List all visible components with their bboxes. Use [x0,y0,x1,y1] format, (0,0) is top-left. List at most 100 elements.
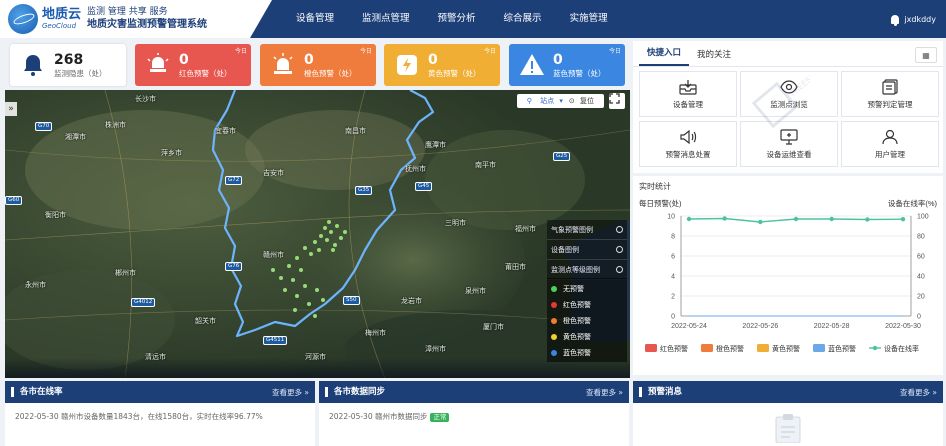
road-tag: G35 [355,186,373,195]
brand[interactable]: 地质云 GeoCloud 监测 管理 共享 服务 地质灾害监测预警管理系统 [0,0,272,38]
quick-item-label: 设备管理 [673,99,703,109]
stat-blue-value: 0 [553,51,563,68]
map-toolbar: ⚲ 站点 ▾ ⊙ 复位 [516,94,604,108]
left-tick-label: 2 [671,294,675,301]
legend-swatch [701,344,713,352]
quick-warning-message[interactable]: 预警消息处置 [639,121,737,167]
map-place-label: 南平市 [475,161,496,169]
grid-icon: ▦ [922,50,930,60]
quick-item-label: 设备运维查看 [766,149,812,159]
legend-item: 黄色预警 [551,329,623,345]
stat-orange-warning[interactable]: 今日 0 橙色预警（处） [260,44,376,86]
stat-yellow-warning[interactable]: 今日 0 黄色预警（处） [384,44,500,86]
speaker-icon [680,129,697,144]
logo-text: 地质云 GeoCloud [42,6,82,31]
stat-yellow-label: 黄色预警（处） [428,68,481,78]
nav-warning-analysis[interactable]: 预警分析 [424,0,490,38]
logo-cn: 地质云 [42,6,82,22]
satellite-map[interactable]: 长沙市 南昌市 宜春市 抚州市 吉安市 赣州市 萍乡市 株洲市 湘潭市 衡阳市 … [5,90,630,378]
expand-panel-button[interactable]: » [5,102,17,116]
quick-warning-rule[interactable]: 预警判定管理 [841,71,939,117]
map-place-label: 南昌市 [345,127,366,135]
view-more-link[interactable]: 查看更多 » [586,387,623,398]
stat-red-label: 红色预警（处） [179,68,232,78]
radio-icon[interactable] [616,226,623,233]
series-point [865,217,870,222]
map-place-label: 梅州市 [365,329,386,337]
stat-blue-label: 蓝色预警（处） [553,68,606,78]
map-place-label: 鹰潭市 [425,141,446,149]
nav-implementation[interactable]: 实施管理 [556,0,622,38]
map-layer-list: 气象预警图例 设备图例 监测点等级图例 [547,220,627,280]
right-tick-label: 40 [917,274,925,281]
quick-monitor-browse[interactable]: 监测点浏览 [740,71,838,117]
layer-point-level[interactable]: 监测点等级图例 [547,260,627,280]
map-place-label: 三明市 [445,219,466,227]
grid-view-button[interactable]: ▦ [915,47,937,63]
double-chevron-icon: » [932,387,937,397]
today-tag: 今日 [234,48,247,55]
quick-user-management[interactable]: 用户管理 [841,121,939,167]
user-menu[interactable]: jxdkddy [891,0,936,38]
map-mode-select[interactable]: ⚲ 站点 ▾ [521,96,566,106]
map-place-label: 龙岩市 [401,297,422,305]
map-place-label: 抚州市 [405,165,426,173]
stat-total-value: 268 [54,51,84,68]
nav-monitor-point[interactable]: 监测点管理 [348,0,424,38]
tab-my-follow[interactable]: 我的关注 [689,48,739,66]
series-point [722,216,727,221]
legend-label: 蓝色预警 [828,344,856,353]
location-pin-icon: ⚲ [526,97,532,105]
tab-quick-entry[interactable]: 快捷入口 [639,46,690,66]
x-tick-label: 2022-05-30 [885,323,921,330]
stat-total-hazards[interactable]: 268 监测隐患（处） [10,44,126,86]
view-more-label: 查看更多 [900,387,931,397]
username: jxdkddy [904,14,936,24]
quick-item-label: 预警判定管理 [867,99,913,109]
fullscreen-button[interactable] [609,93,625,109]
nav-device[interactable]: 设备管理 [282,0,348,38]
quick-device-ops[interactable]: 设备运维查看 [740,121,838,167]
view-more-link[interactable]: 查看更多 » [272,387,309,398]
road-tag: G25 [553,152,571,161]
legend-label: 无预警 [563,285,584,293]
road-tag: S50 [343,296,360,305]
nav-overview[interactable]: 综合展示 [490,0,556,38]
map-legend: 无预警 红色预警 橙色预警 黄色预警 蓝色预警 [547,278,627,362]
radio-icon[interactable] [616,246,623,253]
left-tick-label: 10 [667,214,675,221]
map-place-label: 萍乡市 [161,149,182,157]
series-point [829,216,834,222]
layer-label: 设备图例 [551,245,579,254]
view-more-link[interactable]: 查看更多 » [900,387,937,398]
panel-header: 各市在线率 查看更多 » [5,381,315,403]
panel-header: 预警消息 查看更多 » [633,381,943,403]
radio-icon[interactable] [616,266,623,273]
system-subtitle: 监测 管理 共享 服务 [87,7,168,17]
quick-device-management[interactable]: 设备管理 [639,71,737,117]
map-place-label: 吉安市 [263,169,284,177]
map-place-label: 长沙市 [135,95,156,103]
bell-icon[interactable] [891,14,900,26]
x-tick-label: 2022-05-24 [671,323,707,330]
warning-triangle-icon [517,50,547,80]
map-mode-label: 站点 [540,97,555,105]
panel-title: 各市在线率 [11,387,63,397]
stat-red-warning[interactable]: 今日 0 红色预警（处） [135,44,251,86]
stat-blue-warning[interactable]: 今日 0 蓝色预警（处） [509,44,625,86]
map-terrain [5,90,630,378]
series-point [900,217,906,222]
map-reset-button[interactable]: ⊙ 复位 [566,96,600,106]
legend-label: 设备在线率 [884,344,919,353]
panel-city-online-rate: 各市在线率 查看更多 » 2022-05-30 赣州市设备数量1843台，在线1… [5,381,315,446]
system-name: 地质灾害监测预警管理系统 [87,19,208,30]
quick-grid: 设备管理 监测点浏览 预警判定管理 预警消息处置 设备运维查看 用户管理 [639,71,939,167]
series-point [686,216,692,222]
legend-item: 红色预警 [551,297,623,313]
layer-label: 监测点等级图例 [551,265,600,274]
panel-warning-messages: 预警消息 查看更多 » [633,381,943,446]
legend-swatch [813,344,825,352]
layer-device[interactable]: 设备图例 [547,240,627,260]
legend-label: 红色预警 [660,344,688,353]
layer-weather-warning[interactable]: 气象预警图例 [547,220,627,240]
